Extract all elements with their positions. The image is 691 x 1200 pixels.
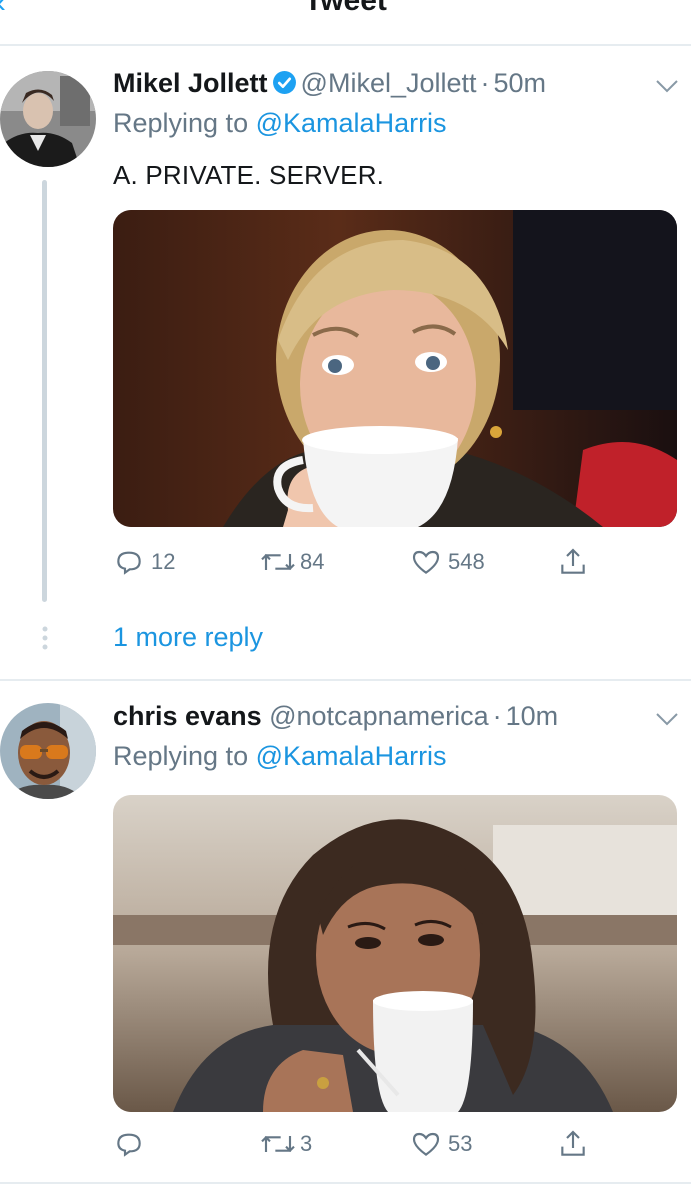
tweet-actions: 12 84 548	[113, 546, 677, 580]
avatar[interactable]	[0, 71, 96, 167]
timestamp: 10m	[505, 701, 559, 731]
like-count: 53	[448, 1131, 473, 1156]
tweet-text: A. PRIVATE. SERVER.	[113, 160, 385, 190]
timestamp: 50m	[493, 68, 547, 98]
author-name[interactable]: Mikel Jollett	[113, 68, 268, 98]
tweet-image[interactable]	[113, 795, 677, 1112]
like-button[interactable]: 548	[410, 546, 485, 578]
replying-to: Replying to @KamalaHarris	[113, 741, 447, 771]
author-name[interactable]: chris evans	[113, 701, 262, 731]
reply-icon	[117, 551, 141, 575]
thread-connector	[42, 180, 47, 602]
share-icon	[561, 1130, 585, 1156]
separator: ·	[492, 701, 502, 731]
retweet-icon	[261, 1135, 295, 1153]
mention-link[interactable]: @KamalaHarris	[256, 741, 447, 771]
heart-icon	[412, 550, 440, 574]
retweet-icon	[261, 553, 295, 571]
avatar[interactable]	[0, 703, 96, 799]
mention-link[interactable]: @KamalaHarris	[256, 108, 447, 138]
chevron-down-icon[interactable]	[655, 78, 679, 94]
share-icon	[561, 548, 585, 574]
more-dots-icon	[42, 626, 48, 650]
reply-icon	[117, 1133, 141, 1157]
reply-button[interactable]	[113, 1128, 151, 1160]
share-button[interactable]	[557, 1128, 589, 1160]
heart-icon	[412, 1132, 440, 1156]
retweet-count: 3	[300, 1131, 313, 1156]
verified-badge-icon	[272, 71, 296, 94]
reply-count: 12	[151, 549, 176, 574]
share-button[interactable]	[557, 546, 589, 578]
author-line: Mikel Jollett @Mikel_Jollett · 50m	[113, 68, 546, 99]
like-count: 548	[448, 549, 485, 574]
separator: ·	[480, 68, 490, 98]
tweet-actions: 3 53	[113, 1128, 677, 1162]
chevron-down-icon[interactable]	[655, 711, 679, 727]
tweet[interactable]: chris evans @notcapnamerica · 10m Replying…	[0, 681, 691, 1181]
author-line: chris evans @notcapnamerica · 10m	[113, 701, 558, 732]
tweet[interactable]: Mikel Jollett @Mikel_Jollett · 50m Replying…	[0, 0, 691, 680]
retweet-button[interactable]: 84	[258, 546, 324, 578]
like-button[interactable]: 53	[410, 1128, 472, 1160]
divider	[0, 1182, 691, 1184]
more-replies-link[interactable]: 1 more reply	[113, 622, 263, 653]
retweet-count: 84	[300, 549, 325, 574]
reply-button[interactable]: 12	[113, 546, 175, 578]
author-handle[interactable]: @Mikel_Jollett	[301, 68, 477, 98]
replying-to: Replying to @KamalaHarris	[113, 108, 447, 138]
retweet-button[interactable]: 3	[258, 1128, 312, 1160]
tweet-image[interactable]	[113, 210, 677, 527]
author-handle[interactable]: @notcapnamerica	[269, 701, 489, 731]
